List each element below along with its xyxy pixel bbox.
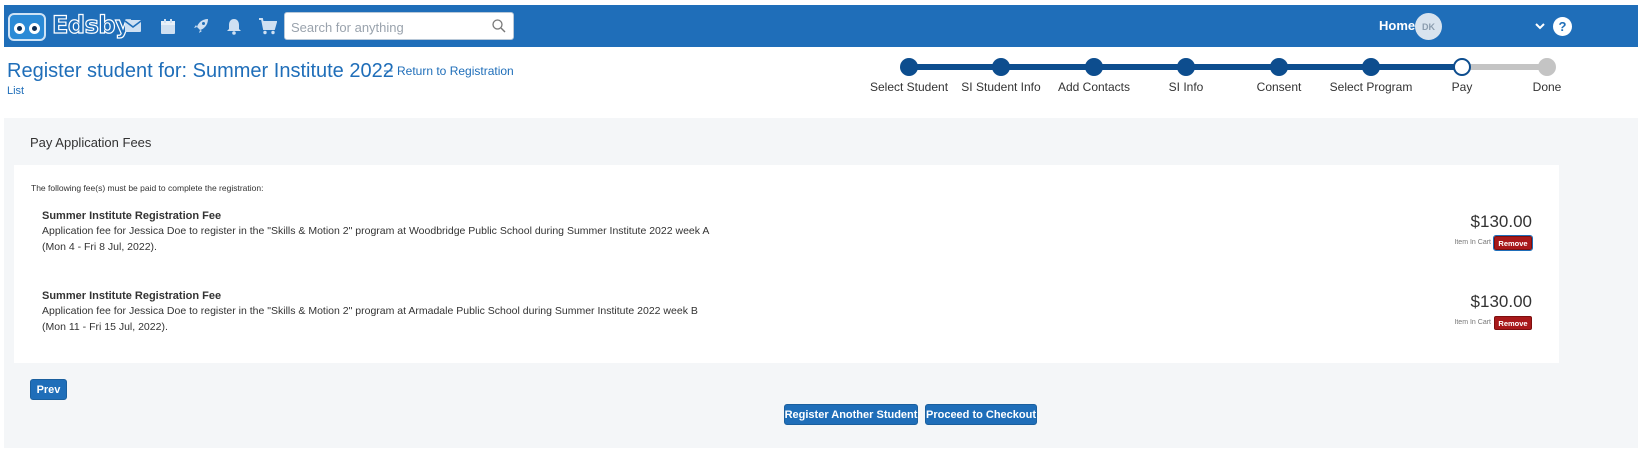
return-to-registration-link[interactable]: Return to Registration [397, 64, 514, 78]
step-label: Select Student [869, 80, 949, 94]
proceed-to-checkout-button[interactable]: Proceed to Checkout [925, 404, 1037, 425]
step-indicator [1538, 58, 1556, 76]
fees-intro-text: The following fee(s) must be paid to com… [31, 183, 264, 193]
top-nav-bar: Edsby Home DK ? [4, 5, 1638, 47]
step-indicator [900, 58, 918, 76]
step-label: Add Contacts [1057, 80, 1131, 94]
cart-icon[interactable] [256, 15, 278, 37]
step-label: SI Info [1168, 80, 1204, 94]
step-label: Pay [1451, 80, 1473, 94]
remove-button[interactable]: Remove [1493, 235, 1533, 251]
fee-dates: (Mon 4 - Fri 8 Jul, 2022). [42, 241, 157, 253]
rocket-icon[interactable] [190, 15, 212, 37]
chevron-down-icon[interactable] [1534, 19, 1546, 31]
title-row: Register student for: Summer Institute 2… [7, 60, 394, 83]
fee-description: Application fee for Jessica Doe to regis… [42, 225, 710, 237]
fee-item: Summer Institute Registration Fee Applic… [42, 210, 1533, 260]
progress-line-remaining [1462, 64, 1547, 70]
step-label: Done [1532, 80, 1562, 94]
search-input[interactable] [291, 17, 486, 37]
register-another-student-button[interactable]: Register Another Student [784, 404, 918, 425]
cart-status: Item In Cart [1454, 239, 1491, 246]
remove-button[interactable]: Remove [1494, 316, 1532, 330]
fee-title: Summer Institute Registration Fee [42, 290, 222, 302]
step-indicator [1270, 58, 1288, 76]
step-indicator [1362, 58, 1380, 76]
help-icon[interactable]: ? [1553, 17, 1572, 36]
fee-price: $130.00 [1470, 292, 1532, 311]
step-label: Select Program [1329, 80, 1413, 94]
fee-description: Application fee for Jessica Doe to regis… [42, 305, 698, 317]
fee-item: Summer Institute Registration Fee Applic… [42, 290, 1532, 340]
fee-price: $130.00 [1470, 212, 1532, 231]
step-label: SI Student Info [961, 80, 1041, 94]
bell-icon[interactable] [223, 15, 245, 37]
logo-text: Edsby [51, 10, 131, 39]
step-label: Consent [1256, 80, 1302, 94]
home-link[interactable]: Home [1379, 18, 1415, 33]
logo-eye-left [14, 23, 25, 34]
mail-icon[interactable] [122, 15, 144, 37]
fee-dates: (Mon 11 - Fri 15 Jul, 2022). [42, 321, 168, 333]
logo-eye-right [29, 23, 40, 34]
prev-button[interactable]: Prev [30, 379, 67, 400]
page-title: Register student for: Summer Institute 2… [7, 60, 394, 82]
logo-mark [8, 13, 46, 41]
section-title: Pay Application Fees [30, 135, 152, 150]
page: Edsby Home DK ? Register [0, 0, 1638, 472]
avatar[interactable]: DK [1415, 13, 1442, 40]
return-to-registration-link-continued[interactable]: List [7, 85, 24, 97]
step-indicator [992, 58, 1010, 76]
calendar-icon[interactable] [157, 15, 179, 37]
search-box [284, 12, 514, 40]
title-separator: – [384, 62, 393, 79]
step-indicator [1453, 58, 1471, 76]
search-icon[interactable] [491, 18, 507, 34]
step-indicator [1085, 58, 1103, 76]
cart-status: Item In Cart [1454, 319, 1491, 326]
fee-title: Summer Institute Registration Fee [42, 210, 222, 222]
step-indicator [1177, 58, 1195, 76]
progress-line-complete [909, 64, 1462, 70]
edsby-logo[interactable]: Edsby [4, 7, 131, 45]
